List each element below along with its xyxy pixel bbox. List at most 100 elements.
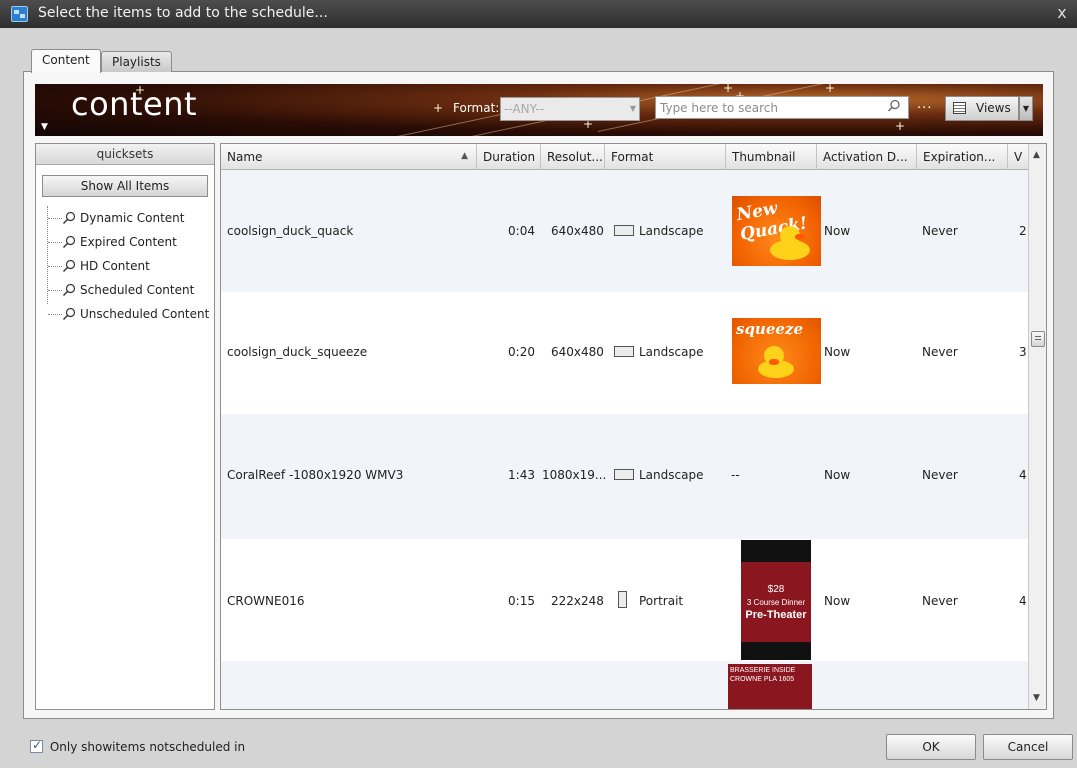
views-dropdown-button[interactable]: ▼ xyxy=(1019,96,1033,121)
cell-resolution: 640x480 xyxy=(551,345,604,359)
quickset-unscheduled-content[interactable]: Unscheduled Content xyxy=(40,302,212,326)
table-row[interactable]: coolsign_duck_squeeze 0:20 640x480 Lands… xyxy=(221,292,1029,414)
quicksets-panel: quicksets Show All Items Dynamic Content… xyxy=(35,143,215,710)
column-header-resolution[interactable]: Resolut... xyxy=(541,144,605,170)
column-header-activation[interactable]: Activation D... xyxy=(817,144,917,170)
cell-expiration: Never xyxy=(922,594,958,608)
cell-name: CROWNE016 xyxy=(227,594,305,608)
window-title: Select the items to add to the schedule.… xyxy=(38,5,328,21)
cell-name: coolsign_duck_squeeze xyxy=(227,345,368,359)
banner-title: content xyxy=(71,85,198,123)
column-header-name[interactable]: Name ▲ xyxy=(221,144,477,170)
thumbnail-brasserie: BRASSERIE INSIDE CROWNE PLA 1605 xyxy=(728,664,812,709)
quicksets-tree: Dynamic Content Expired Content HD Conte… xyxy=(40,206,212,326)
cell-expiration: Never xyxy=(922,345,958,359)
thumbnail-duck-quack: New Quack! xyxy=(732,196,821,266)
thumb-text: BRASSERIE INSIDE CROWNE PLA 1605 xyxy=(730,667,796,683)
cell-format: Landscape xyxy=(639,345,704,359)
thumb-text: New Quack! xyxy=(735,198,809,245)
table-row[interactable]: CROWNE016 0:15 222x248 Portrait $28 3 Co… xyxy=(221,539,1029,661)
cell-name: CoralReef -1080x1920 WMV3 xyxy=(227,468,404,482)
cell-format: Landscape xyxy=(639,224,704,238)
search-icon xyxy=(63,235,76,248)
cell-format: Landscape xyxy=(639,468,704,482)
dialog-body: Content Playlists + + + + + + + content … xyxy=(0,28,1077,768)
table-row[interactable]: BRASSERIE INSIDE CROWNE PLA 1605 xyxy=(221,661,1029,709)
only-show-unscheduled-checkbox[interactable]: Only showitems notscheduled in xyxy=(30,738,246,754)
cell-expiration: Never xyxy=(922,224,958,238)
tab-panel-content: + + + + + + + content ▼ Format: --ANY-- … xyxy=(23,71,1054,719)
thumbnail-crowne-dinner: $28 3 Course Dinner Pre-Theater xyxy=(741,540,811,660)
quickset-label: Unscheduled Content xyxy=(80,307,210,321)
views-button[interactable]: Views xyxy=(945,96,1019,121)
close-icon[interactable]: x xyxy=(1053,4,1071,22)
quickset-label: Scheduled Content xyxy=(80,283,195,297)
thumb-line2: Pre-Theater xyxy=(745,609,807,621)
column-header-expiration[interactable]: Expiration... xyxy=(917,144,1008,170)
portrait-icon xyxy=(618,591,627,608)
app-icon xyxy=(11,6,28,22)
cell-thumbnail-empty: -- xyxy=(731,468,740,482)
format-select[interactable]: --ANY-- ▼ xyxy=(500,97,640,121)
cell-activation: Now xyxy=(824,594,851,608)
vertical-scrollbar[interactable]: ▲ ▼ xyxy=(1028,144,1046,709)
column-header-thumbnail[interactable]: Thumbnail xyxy=(726,144,817,170)
ok-button[interactable]: OK xyxy=(886,734,976,760)
thumb-text: squeeze xyxy=(736,320,803,338)
scroll-down-icon[interactable]: ▼ xyxy=(1033,693,1040,703)
cell-duration: 1:43 xyxy=(508,468,535,482)
cancel-button[interactable]: Cancel xyxy=(983,734,1073,760)
quickset-scheduled-content[interactable]: Scheduled Content xyxy=(40,278,212,302)
cell-version: 3 xyxy=(1019,345,1027,359)
cell-version: 4 xyxy=(1019,594,1027,608)
column-header-format[interactable]: Format xyxy=(605,144,726,170)
search-icon xyxy=(63,283,76,296)
cell-version: 4 xyxy=(1019,468,1027,482)
landscape-icon xyxy=(614,346,634,357)
search-icon xyxy=(63,307,76,320)
quicksets-header: quicksets xyxy=(36,144,214,165)
sort-ascending-icon: ▲ xyxy=(461,151,468,161)
quickset-label: Expired Content xyxy=(80,235,177,249)
cell-activation: Now xyxy=(824,224,851,238)
cell-resolution: 640x480 xyxy=(551,224,604,238)
cell-duration: 0:20 xyxy=(508,345,535,359)
landscape-icon xyxy=(614,469,634,480)
tab-playlists[interactable]: Playlists xyxy=(101,51,172,72)
quickset-label: Dynamic Content xyxy=(80,211,185,225)
cell-activation: Now xyxy=(824,345,851,359)
quickset-hd-content[interactable]: HD Content xyxy=(40,254,212,278)
tab-content[interactable]: Content xyxy=(31,49,101,73)
format-label: Format: xyxy=(453,101,500,115)
content-banner: + + + + + + + content ▼ Format: --ANY-- … xyxy=(35,84,1043,136)
expand-arrow-icon[interactable]: ▼ xyxy=(41,122,48,132)
cell-expiration: Never xyxy=(922,468,958,482)
search-icon[interactable] xyxy=(887,99,901,113)
landscape-icon xyxy=(614,225,634,236)
cell-resolution: 1080x19... xyxy=(542,468,607,482)
table-row[interactable]: CoralReef -1080x1920 WMV3 1:43 1080x19..… xyxy=(221,414,1029,539)
show-all-items-button[interactable]: Show All Items xyxy=(42,175,208,197)
more-options-button[interactable]: ... xyxy=(917,97,932,112)
quickset-label: HD Content xyxy=(80,259,150,273)
grid-header: Name ▲ Duration Resolut... Format Thumbna… xyxy=(221,144,1029,170)
scroll-thumb[interactable] xyxy=(1031,331,1045,347)
format-select-value: --ANY-- xyxy=(504,102,545,116)
thumb-price: $28 xyxy=(767,584,785,595)
search-input[interactable]: Type here to search xyxy=(655,96,909,119)
chevron-down-icon: ▼ xyxy=(629,104,636,113)
column-header-version[interactable]: V xyxy=(1008,144,1029,170)
table-row[interactable]: coolsign_duck_quack 0:04 640x480 Landsca… xyxy=(221,170,1029,292)
quickset-dynamic-content[interactable]: Dynamic Content xyxy=(40,206,212,230)
quickset-expired-content[interactable]: Expired Content xyxy=(40,230,212,254)
cell-version: 2 xyxy=(1019,224,1027,238)
content-grid: Name ▲ Duration Resolut... Format Thumbna… xyxy=(220,143,1047,710)
only-show-label: Only showitems notscheduled in xyxy=(49,740,246,754)
cell-activation: Now xyxy=(824,468,851,482)
column-header-duration[interactable]: Duration xyxy=(477,144,541,170)
search-icon xyxy=(63,211,76,224)
search-icon xyxy=(63,259,76,272)
cell-name: coolsign_duck_quack xyxy=(227,224,354,238)
checkbox-checked-icon[interactable] xyxy=(30,738,43,753)
scroll-up-icon[interactable]: ▲ xyxy=(1033,150,1040,160)
